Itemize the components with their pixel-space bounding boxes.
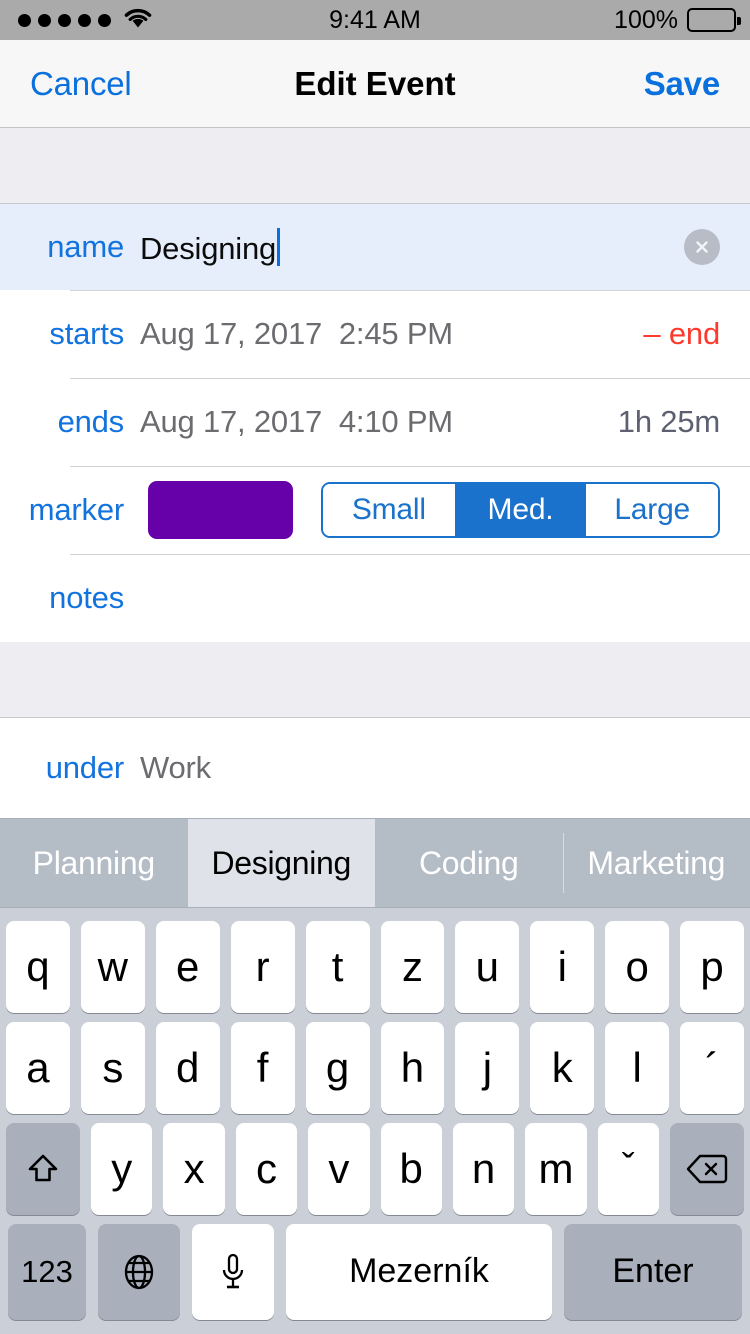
key-j[interactable]: j xyxy=(455,1021,520,1114)
starts-field-label: starts xyxy=(49,316,124,351)
form-row-notes[interactable]: notes xyxy=(0,554,750,642)
suggestion-designing[interactable]: Designing xyxy=(187,819,375,907)
remove-end-button[interactable]: – end xyxy=(643,316,720,352)
under-value[interactable]: Work xyxy=(140,750,720,786)
key-h[interactable]: h xyxy=(380,1021,445,1114)
notes-field-label: notes xyxy=(49,580,124,615)
key-s[interactable]: s xyxy=(80,1021,145,1114)
suggestion-coding[interactable]: Coding xyxy=(375,819,563,907)
ends-value[interactable]: Aug 17, 2017 4:10 PM xyxy=(140,404,618,440)
key-caron-accent[interactable]: ˇ xyxy=(597,1122,659,1215)
text-cursor xyxy=(277,227,281,266)
keyboard-row-2: a s d f g h j k l ´ xyxy=(0,1021,750,1114)
form-row-starts[interactable]: starts Aug 17, 2017 2:45 PM – end xyxy=(0,290,750,378)
name-input[interactable]: Designing xyxy=(140,227,684,267)
segment-small[interactable]: Small xyxy=(323,484,455,536)
key-m[interactable]: m xyxy=(525,1122,587,1215)
key-c[interactable]: c xyxy=(235,1122,298,1215)
key-l[interactable]: l xyxy=(605,1021,670,1114)
starts-date: Aug 17, 2017 xyxy=(140,316,323,351)
globe-icon[interactable] xyxy=(98,1223,180,1320)
cancel-button[interactable]: Cancel xyxy=(30,65,132,103)
key-n[interactable]: n xyxy=(452,1122,515,1215)
form-top-spacer xyxy=(0,128,750,204)
duration-label: 1h 25m xyxy=(617,404,720,439)
name-field-label: name xyxy=(47,229,124,264)
onscreen-keyboard: Planning Designing Coding Marketing q w … xyxy=(0,818,750,1334)
key-r[interactable]: r xyxy=(230,920,295,1013)
battery-percent-label: 100% xyxy=(614,5,678,34)
numbers-key[interactable]: 123 xyxy=(8,1223,86,1320)
key-o[interactable]: o xyxy=(605,920,670,1013)
key-z[interactable]: z xyxy=(380,920,445,1013)
ends-field-label: ends xyxy=(57,404,125,439)
key-e[interactable]: e xyxy=(155,920,220,1013)
suggestion-planning[interactable]: Planning xyxy=(0,819,188,907)
key-p[interactable]: p xyxy=(680,920,745,1013)
starts-time: 2:45 PM xyxy=(338,316,453,351)
save-button[interactable]: Save xyxy=(644,65,720,103)
enter-key[interactable]: Enter xyxy=(564,1223,742,1320)
marker-field-label: marker xyxy=(28,492,124,527)
keyboard-row-3: y x c v b n m ˇ xyxy=(0,1122,750,1215)
key-i[interactable]: i xyxy=(530,920,595,1013)
autocomplete-suggestion-bar: Planning Designing Coding Marketing xyxy=(0,818,750,908)
starts-value[interactable]: Aug 17, 2017 2:45 PM xyxy=(140,316,643,352)
clear-circle-icon[interactable] xyxy=(684,229,720,265)
form-row-name[interactable]: name Designing xyxy=(0,204,750,291)
form-row-ends[interactable]: ends Aug 17, 2017 4:10 PM 1h 25m xyxy=(0,378,750,466)
key-a[interactable]: a xyxy=(5,1021,70,1114)
form-mid-spacer xyxy=(0,642,750,718)
keyboard-row-1: q w e r t z u i o p xyxy=(0,920,750,1013)
under-field-label: under xyxy=(45,750,124,785)
space-key[interactable]: Mezerník xyxy=(286,1223,552,1320)
form-row-under[interactable]: under Work xyxy=(0,718,750,818)
status-bar-right: 100% xyxy=(614,5,741,35)
segment-large[interactable]: Large xyxy=(586,484,718,536)
navigation-bar: Cancel Edit Event Save xyxy=(0,40,750,128)
backspace-icon[interactable] xyxy=(670,1122,744,1215)
ends-time: 4:10 PM xyxy=(338,404,453,439)
status-bar: 9:41 AM 100% xyxy=(0,0,750,40)
key-v[interactable]: v xyxy=(308,1122,370,1215)
battery-icon xyxy=(687,8,741,32)
marker-size-segmented-control[interactable]: Small Med. Large xyxy=(321,482,720,538)
segment-medium[interactable]: Med. xyxy=(454,484,587,536)
key-q[interactable]: q xyxy=(5,920,70,1013)
key-w[interactable]: w xyxy=(80,920,145,1013)
form-row-marker: marker Small Med. Large xyxy=(0,466,750,554)
key-t[interactable]: t xyxy=(305,920,370,1013)
key-y[interactable]: y xyxy=(91,1122,153,1215)
keyboard-keys: q w e r t z u i o p a s d f g h j k l ´ … xyxy=(0,908,750,1334)
name-input-value: Designing xyxy=(140,230,277,266)
microphone-icon[interactable] xyxy=(192,1223,274,1320)
key-acute-accent[interactable]: ´ xyxy=(680,1021,745,1114)
key-f[interactable]: f xyxy=(230,1021,295,1114)
marker-color-swatch[interactable] xyxy=(148,481,293,539)
key-b[interactable]: b xyxy=(380,1122,442,1215)
key-g[interactable]: g xyxy=(305,1021,370,1114)
suggestion-marketing[interactable]: Marketing xyxy=(562,819,750,907)
app-screen: 9:41 AM 100% Cancel Edit Event Save name… xyxy=(0,0,750,1334)
keyboard-row-4: 123 Mezerník Enter xyxy=(0,1223,750,1320)
key-x[interactable]: x xyxy=(163,1122,225,1215)
key-k[interactable]: k xyxy=(530,1021,595,1114)
ends-date: Aug 17, 2017 xyxy=(140,404,323,439)
shift-arrow-icon[interactable] xyxy=(6,1122,80,1215)
key-d[interactable]: d xyxy=(155,1021,220,1114)
key-u[interactable]: u xyxy=(455,920,520,1013)
